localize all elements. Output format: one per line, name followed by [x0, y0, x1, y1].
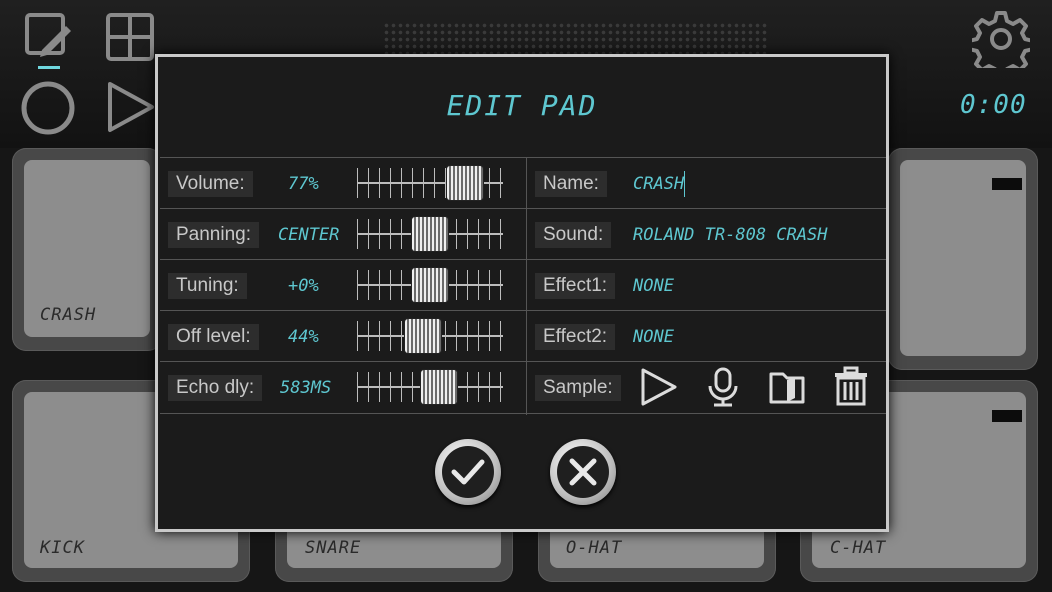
pad-crash[interactable]: CRASH [12, 148, 162, 351]
edit-pad-dialog: EDIT PAD Volume: 77% Panning: CENTER Tun… [155, 54, 889, 532]
slider-knob[interactable] [412, 217, 448, 251]
prop-row-sample: Sample: [527, 361, 886, 411]
param-label: Echo dly: [168, 375, 263, 401]
edit-pad-icon[interactable] [24, 12, 72, 62]
open-folder-icon[interactable] [767, 366, 807, 412]
elapsed-timer: 0:00 [960, 90, 1027, 120]
gear-icon[interactable] [972, 10, 1030, 68]
prop-label: Effect2: [535, 324, 616, 350]
checkmark-icon [442, 446, 494, 498]
off-level-slider[interactable] [357, 317, 503, 355]
slider-knob[interactable] [420, 370, 457, 404]
prop-label: Name: [535, 171, 607, 197]
edit-active-indicator [38, 66, 60, 69]
pad-label: SNARE [305, 538, 362, 558]
prop-row-effect1: Effect1: NONE [527, 259, 886, 309]
param-row-off-level: Off level: 44% [160, 310, 526, 360]
effect1-select[interactable]: NONE [633, 273, 674, 299]
grid-icon[interactable] [106, 13, 154, 61]
confirm-button[interactable] [435, 439, 501, 505]
slider-knob[interactable] [405, 319, 442, 353]
cancel-button[interactable] [550, 439, 616, 505]
pad-label: CRASH [40, 305, 97, 325]
param-value: CENTER [278, 225, 340, 245]
pad-led [992, 410, 1022, 422]
param-value: 583MS [280, 378, 332, 398]
param-label: Volume: [168, 171, 253, 197]
pad-led [992, 178, 1022, 190]
slider-knob[interactable] [412, 268, 448, 302]
pad-label: KICK [40, 538, 85, 558]
prop-label: Sample: [535, 375, 621, 401]
grid-bottom-border [160, 413, 886, 414]
param-row-tuning: Tuning: +0% [160, 259, 526, 309]
close-icon [557, 446, 609, 498]
param-row-echo-delay: Echo dly: 583MS [160, 361, 526, 411]
name-input[interactable]: CRASH [633, 171, 686, 197]
prop-row-name: Name: CRASH [527, 157, 886, 207]
prop-label: Sound: [535, 222, 612, 248]
param-value: 44% [288, 327, 319, 347]
sound-select[interactable]: ROLAND TR-808 CRASH [633, 222, 827, 248]
param-value: 77% [288, 174, 319, 194]
prop-label: Effect1: [535, 273, 616, 299]
echo-delay-slider[interactable] [357, 368, 503, 406]
speaker-grille [383, 22, 769, 54]
dialog-title: EDIT PAD [446, 89, 598, 122]
param-value: +0% [288, 276, 319, 296]
tuning-slider[interactable] [357, 266, 503, 304]
trash-icon[interactable] [831, 366, 871, 412]
pad-top-right[interactable] [888, 148, 1038, 370]
microphone-icon[interactable] [703, 366, 743, 412]
record-icon[interactable] [20, 80, 76, 136]
prop-row-effect2: Effect2: NONE [527, 310, 886, 360]
volume-slider[interactable] [357, 164, 503, 202]
param-row-volume: Volume: 77% [160, 157, 526, 207]
slider-knob[interactable] [447, 166, 484, 200]
param-label: Panning: [168, 222, 260, 248]
effect2-select[interactable]: NONE [633, 324, 674, 350]
panning-slider[interactable] [357, 215, 503, 253]
param-row-panning: Panning: CENTER [160, 208, 526, 258]
param-label: Tuning: [168, 273, 247, 299]
pad-label: O-HAT [566, 538, 623, 558]
param-label: Off level: [168, 324, 259, 350]
play-icon[interactable] [106, 80, 156, 134]
param-grid: Volume: 77% Panning: CENTER Tuning: +0% [160, 157, 886, 415]
prop-row-sound: Sound: ROLAND TR-808 CRASH [527, 208, 886, 258]
pad-label: C-HAT [830, 538, 887, 558]
sample-play-icon[interactable] [639, 366, 679, 412]
